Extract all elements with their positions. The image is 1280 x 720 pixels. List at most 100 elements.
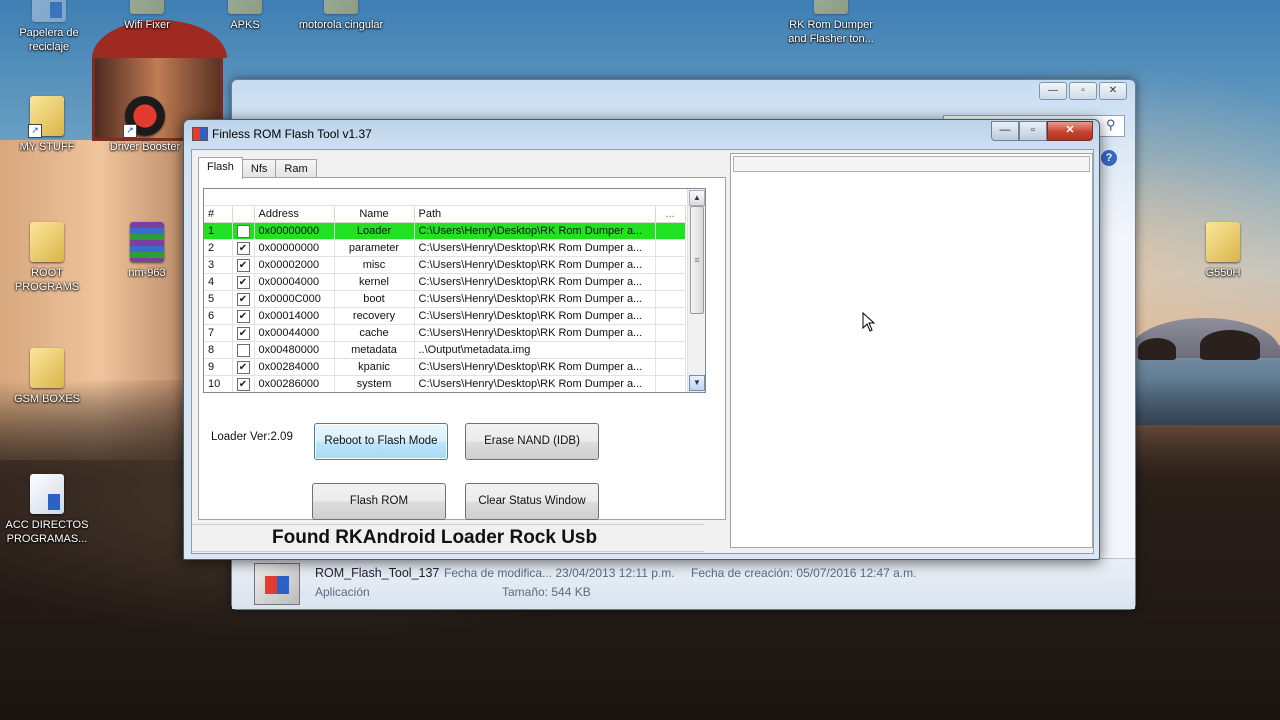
clear-status-window-button[interactable]: Clear Status Window [465, 483, 599, 520]
row-address: 0x0000C000 [254, 290, 335, 308]
explorer-caption-buttons: — ▫ ✕ [1039, 82, 1127, 100]
maximize-button[interactable]: ▫ [1019, 121, 1047, 141]
column-header-address[interactable]: Address [254, 206, 335, 223]
row-checkbox[interactable]: ✔ [232, 256, 255, 274]
row-browse-cell[interactable] [655, 324, 686, 342]
row-browse-cell[interactable] [655, 375, 686, 392]
desktop-icon-nm-963[interactable]: nm-963 [102, 222, 192, 280]
row-path: C:\Users\Henry\Desktop\RK Rom Dumper a..… [414, 273, 656, 291]
column-header-browse[interactable]: ... [655, 206, 686, 223]
row-checkbox[interactable]: ✔ [232, 273, 255, 291]
checkbox-checked-icon[interactable]: ✔ [236, 309, 250, 323]
desktop-icon-rk-rom-dumper[interactable]: RK Rom Dumper and Flasher ton... [786, 0, 876, 46]
tab-nfs[interactable]: Nfs [241, 159, 277, 178]
checkbox-unchecked-icon[interactable] [236, 224, 250, 238]
row-number: 2 [204, 239, 233, 257]
table-row[interactable]: 10 ✔ 0x00286000 system C:\Users\Henry\Deskto… [204, 375, 686, 392]
driver-booster-icon: ↗ [123, 96, 165, 138]
table-row[interactable]: 3 ✔ 0x00002000 misc C:\Users\Henry\Desktop\R… [204, 256, 686, 274]
checkbox-checked-icon[interactable]: ✔ [236, 241, 250, 255]
scroll-down-arrow-icon[interactable]: ▼ [689, 375, 705, 391]
desktop-icon-wifi-fixer[interactable]: Wifi Fixer [102, 0, 192, 32]
row-path: C:\Users\Henry\Desktop\RK Rom Dumper a..… [414, 358, 656, 376]
row-name: recovery [334, 307, 415, 325]
checkbox-checked-icon[interactable]: ✔ [236, 258, 250, 272]
desktop-icon-g550h[interactable]: G550H [1178, 222, 1268, 280]
checkbox-unchecked-icon[interactable] [236, 343, 250, 357]
title-bar[interactable]: Finless ROM Flash Tool v1.37 — ▫ ✕ [184, 120, 1099, 146]
row-browse-cell[interactable] [655, 341, 686, 359]
row-browse-cell[interactable] [655, 307, 686, 325]
row-browse-cell[interactable] [655, 222, 686, 240]
desktop-icon-apks[interactable]: APKS [200, 0, 290, 32]
row-path: ..\Output\metadata.img [414, 341, 656, 359]
scroll-up-arrow-icon[interactable]: ▲ [689, 190, 705, 206]
flash-tool-window[interactable]: Finless ROM Flash Tool v1.37 — ▫ ✕ Flash… [183, 119, 1100, 560]
status-log-pane[interactable] [730, 153, 1093, 548]
desktop-icon-acc-directos[interactable]: ACC DIRECTOS PROGRAMAS... [2, 474, 92, 546]
minimize-button[interactable]: — [991, 121, 1019, 141]
desktop-icon-my-stuff[interactable]: ↗ MY STUFF [2, 96, 92, 154]
row-checkbox[interactable]: ✔ [232, 375, 255, 392]
desktop-icon-label: APKS [230, 19, 260, 31]
table-row[interactable]: 7 ✔ 0x00044000 cache C:\Users\Henry\Desktop\… [204, 324, 686, 342]
table-row[interactable]: 2 ✔ 0x00000000 parameter C:\Users\Henry\Desk… [204, 239, 686, 257]
minimize-button[interactable]: — [1039, 82, 1067, 100]
checkbox-checked-icon[interactable]: ✔ [236, 326, 250, 340]
row-checkbox[interactable]: ✔ [232, 307, 255, 325]
table-row[interactable]: 1 0x00000000 Loader C:\Users\Henry\Desktop\… [204, 222, 686, 240]
row-browse-cell[interactable] [655, 273, 686, 291]
flash-rom-button[interactable]: Flash ROM [312, 483, 446, 520]
row-number: 4 [204, 273, 233, 291]
row-number: 5 [204, 290, 233, 308]
column-header-check[interactable] [232, 206, 255, 223]
desktop-icon-recycle-bin[interactable]: Papelera de reciclaje [4, 0, 94, 54]
desktop-icon-gsm-boxes[interactable]: GSM BOXES [2, 348, 92, 406]
tab-ram[interactable]: Ram [275, 159, 317, 178]
checkbox-checked-icon[interactable]: ✔ [236, 275, 250, 289]
reboot-to-flash-mode-button[interactable]: Reboot to Flash Mode [314, 423, 448, 460]
flash-tab-panel: # Address Name Path ... 1 0x00000000 Loade… [198, 177, 726, 520]
table-row[interactable]: 8 0x00480000 metadata ..\Output\metadata.im… [204, 341, 686, 359]
row-number: 6 [204, 307, 233, 325]
row-checkbox[interactable]: ✔ [232, 358, 255, 376]
close-button[interactable]: ✕ [1047, 121, 1093, 141]
maximize-button[interactable]: ▫ [1069, 82, 1097, 100]
folder-icon [814, 0, 848, 14]
checkbox-checked-icon[interactable]: ✔ [236, 360, 250, 374]
tab-flash[interactable]: Flash [198, 157, 243, 179]
row-checkbox[interactable]: ✔ [232, 324, 255, 342]
table-row[interactable]: 9 ✔ 0x00284000 kpanic C:\Users\Henry\Desktop… [204, 358, 686, 376]
table-row[interactable]: 4 ✔ 0x00004000 kernel C:\Users\Henry\Desktop… [204, 273, 686, 291]
search-icon[interactable]: ⚲ [1106, 117, 1122, 133]
table-row[interactable]: 5 ✔ 0x0000C000 boot C:\Users\Henry\Desktop\R… [204, 290, 686, 308]
close-button[interactable]: ✕ [1099, 82, 1127, 100]
row-checkbox[interactable] [232, 222, 255, 240]
checkbox-checked-icon[interactable]: ✔ [236, 377, 250, 391]
row-browse-cell[interactable] [655, 290, 686, 308]
row-address: 0x00000000 [254, 222, 335, 240]
row-browse-cell[interactable] [655, 358, 686, 376]
row-checkbox[interactable]: ✔ [232, 239, 255, 257]
row-address: 0x00286000 [254, 375, 335, 392]
column-header-number[interactable]: # [204, 206, 233, 223]
desktop-icon-root-programs[interactable]: ROOT PROGRAMS [2, 222, 92, 294]
row-checkbox[interactable] [232, 341, 255, 359]
desktop-icon-driver-booster[interactable]: ↗ Driver Booster [100, 96, 190, 154]
desktop-icon-motorola[interactable]: motorola cingular [296, 0, 386, 32]
column-header-path[interactable]: Path [414, 206, 656, 223]
table-row[interactable]: 6 ✔ 0x00014000 recovery C:\Users\Henry\Deskt… [204, 307, 686, 325]
row-path: C:\Users\Henry\Desktop\RK Rom Dumper a..… [414, 239, 656, 257]
erase-nand-button[interactable]: Erase NAND (IDB) [465, 423, 599, 460]
row-browse-cell[interactable] [655, 239, 686, 257]
partition-grid[interactable]: # Address Name Path ... 1 0x00000000 Loade… [203, 188, 706, 393]
table-header: # Address Name Path ... [204, 206, 686, 223]
row-checkbox[interactable]: ✔ [232, 290, 255, 308]
row-browse-cell[interactable] [655, 256, 686, 274]
grid-vertical-scrollbar[interactable]: ▲ ≡ ▼ [687, 189, 705, 392]
column-header-name[interactable]: Name [334, 206, 415, 223]
row-address: 0x00000000 [254, 239, 335, 257]
scroll-thumb[interactable]: ≡ [690, 206, 704, 314]
checkbox-checked-icon[interactable]: ✔ [236, 292, 250, 306]
help-icon[interactable]: ? [1101, 150, 1117, 166]
